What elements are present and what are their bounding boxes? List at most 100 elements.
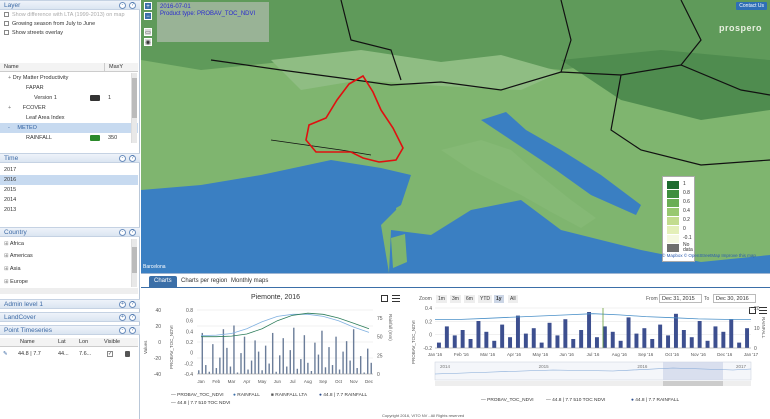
col-lon[interactable]: Lon — [79, 338, 88, 347]
layer-panel-header[interactable]: Layer - ? — [0, 0, 140, 10]
rainfall-bar — [314, 342, 316, 374]
time-year-item[interactable]: 2015 — [0, 185, 138, 195]
tab-monthly-maps[interactable]: Monthly maps — [226, 276, 273, 287]
admin-panel-header[interactable]: Admin level 1 + ? — [0, 299, 140, 309]
legend-ndvi[interactable]: — PROBAV_TOC_NDVI — [481, 398, 534, 403]
streets-overlay-toggle[interactable]: Show streets overlay — [0, 29, 138, 38]
contact-us-button[interactable]: Contact Us — [736, 2, 767, 10]
help-icon[interactable]: ? — [129, 314, 136, 321]
map-view[interactable]: 2016-07-01 Product type: PROBAV_TOC_NDVI… — [141, 0, 770, 273]
legend-point-rainfall[interactable]: ● 44.8 | 7.7 RAINFALL — [631, 398, 679, 403]
zoom-1m-button[interactable]: 1m — [436, 295, 447, 303]
column-header-name[interactable]: Name — [0, 63, 104, 72]
ndvi-lta-line — [200, 313, 370, 336]
landcover-panel-header[interactable]: LandCover + ? — [0, 312, 140, 322]
draw-marker-icon[interactable]: ◉ — [144, 38, 152, 46]
map-legend: 1 0.8 0.6 0.4 0.2 0 -0.1 No data — [662, 176, 695, 262]
col-lat[interactable]: Lat — [58, 338, 66, 347]
help-icon[interactable]: ? — [129, 301, 136, 308]
timeseries-panel-title: Point Timeseries — [4, 327, 53, 334]
country-item[interactable]: ⊞ Africa — [0, 239, 138, 249]
zoom-label: Zoom — [419, 296, 432, 302]
collapse-icon[interactable]: - — [119, 155, 126, 162]
zoom-out-button[interactable]: − — [144, 12, 152, 20]
collapse-icon[interactable]: - — [119, 229, 126, 236]
maximize-icon[interactable] — [381, 295, 388, 302]
legend-ndvi[interactable]: — PROBAV_TOC_NDVI — [171, 393, 224, 398]
timeseries-panel-header[interactable]: Point Timeseries - ? — [0, 325, 140, 335]
visible-checkbox[interactable]: ✓ — [107, 351, 113, 357]
x-tick-label: Oct '16 — [665, 352, 680, 357]
collapse-icon[interactable]: - — [119, 327, 126, 334]
help-icon[interactable]: ? — [129, 229, 136, 236]
legend-rainfall[interactable]: ● RAINFALL — [233, 393, 260, 398]
legend-point-rainfall[interactable]: ● 44.8 | 7.7 RAINFALL — [319, 393, 367, 398]
help-icon[interactable]: ? — [129, 327, 136, 334]
time-year-item[interactable]: 2017 — [0, 165, 138, 175]
rainfall-bar — [666, 335, 671, 348]
trash-icon[interactable] — [125, 351, 130, 357]
pencil-icon[interactable]: ✎ — [3, 349, 8, 359]
country-item[interactable]: ⊞ Europe — [0, 277, 138, 287]
layer-item-label: METEO — [17, 125, 37, 131]
chart-map-icon[interactable] — [90, 135, 100, 141]
help-icon[interactable]: ? — [129, 2, 136, 9]
rainfall-bar — [282, 338, 284, 374]
timeseries-row[interactable]: ✎ 44.8 | 7.7 44... 7.6... ✓ — [0, 349, 138, 359]
growing-season-toggle[interactable]: Growing season from July to June — [0, 20, 138, 29]
country-item[interactable]: ⊞ Americas — [0, 251, 138, 261]
rainfall-bar — [296, 368, 299, 374]
zoom-1y-button[interactable]: 1y — [494, 295, 504, 303]
to-date-input[interactable]: Dec 30, 2016 — [713, 294, 756, 303]
country-scrollbar[interactable] — [131, 239, 137, 287]
col-visible[interactable]: Visible — [104, 338, 120, 347]
zoom-ytd-button[interactable]: YTD — [478, 295, 492, 303]
tab-charts-per-region[interactable]: Charts per region — [176, 276, 232, 287]
zoom-in-button[interactable]: + — [144, 2, 152, 10]
layer-item[interactable]: RAINFALL 350 — [0, 133, 138, 143]
expand-icon[interactable]: + — [119, 314, 126, 321]
zoom-all-button[interactable]: All — [508, 295, 518, 303]
time-year-item-selected[interactable]: 2016 — [0, 175, 138, 185]
checkbox[interactable] — [4, 30, 9, 35]
map-attribution[interactable]: © Mapbox © OpenStreetMap Improve this ma… — [662, 253, 756, 258]
diff-lta-toggle[interactable]: Show difference with LTA (1999-2013) on … — [0, 11, 138, 20]
rainfall-bar — [310, 371, 313, 374]
legend-point-ndvi[interactable]: — 44.8 | 7.7 510 TOC NDVI — [171, 401, 230, 406]
legend-rainfall-lta[interactable]: ■ RAINFALL LTA — [271, 393, 307, 398]
layer-item[interactable]: + Dry Matter Productivity — [0, 73, 138, 83]
country-panel-header[interactable]: Country - ? — [0, 227, 140, 237]
col-name[interactable]: Name — [20, 338, 35, 347]
layer-item[interactable]: FAPAR — [0, 83, 138, 93]
ndvi-line — [201, 312, 370, 338]
tab-charts[interactable]: Charts — [149, 276, 177, 287]
rainfall-bar — [324, 367, 327, 374]
y-mid-tick-label: 0.8 — [186, 308, 193, 314]
collapse-icon[interactable]: - — [119, 2, 126, 9]
expand-icon[interactable]: + — [119, 301, 126, 308]
country-item[interactable]: ⊞ Asia — [0, 264, 138, 274]
checkbox[interactable] — [4, 21, 9, 26]
layer-item[interactable]: Leaf Area Index — [0, 113, 138, 123]
right-chart[interactable]: 0.40.20-0.220100Jan '16 Feb '16 Mar '16 Apr… — [413, 304, 770, 388]
from-date-input[interactable]: Dec 31, 2015 — [659, 294, 702, 303]
chart-map-icon[interactable] — [90, 95, 100, 101]
time-year-item[interactable]: 2013 — [0, 205, 138, 215]
layer-item[interactable]: Version 1 1 — [0, 93, 138, 103]
layer-item[interactable]: + FCOVER — [0, 103, 138, 113]
country-hscrollbar[interactable] — [0, 288, 138, 294]
time-panel-header[interactable]: Time - ? — [0, 153, 140, 163]
help-icon[interactable]: ? — [129, 155, 136, 162]
legend-point-ndvi[interactable]: — 44.8 | 7.7 510 TOC NDVI — [546, 398, 605, 403]
left-chart[interactable]: 40 20 0 -20 -40 0.8 0.6 0.4 0.2 0 -0.2 -0.4 75 50 25 0 J… — [141, 302, 406, 400]
layer-item-selected[interactable]: - METEO — [0, 123, 138, 133]
zoom-3m-button[interactable]: 3m — [450, 295, 461, 303]
zoom-6m-button[interactable]: 6m — [464, 295, 475, 303]
left-mid-axis-label: PROBAV_TOC_NDVI — [169, 325, 174, 369]
draw-polygon-icon[interactable]: ▭ — [144, 28, 152, 36]
time-year-item[interactable]: 2014 — [0, 195, 138, 205]
checkbox[interactable] — [4, 12, 9, 17]
column-header-maxy[interactable]: MaxY — [104, 63, 138, 72]
layer-scrollbar[interactable] — [131, 73, 137, 143]
menu-icon[interactable] — [392, 295, 400, 302]
